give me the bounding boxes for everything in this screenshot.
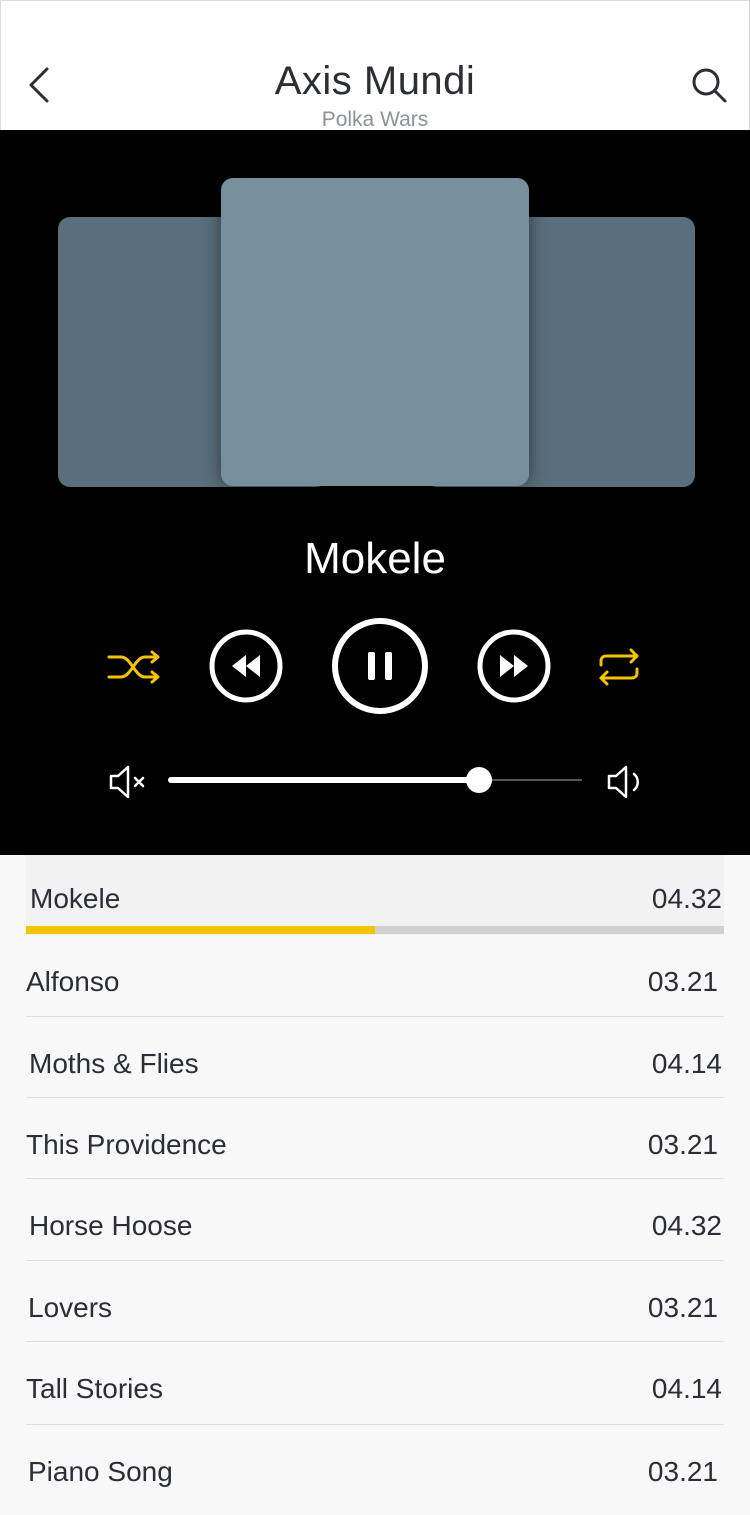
track-row[interactable]: Tall Stories 04.14 (26, 1342, 724, 1425)
track-duration: 04.14 (651, 1373, 722, 1404)
track-title: Piano Song (28, 1456, 173, 1487)
track-title: Horse Hoose (29, 1210, 193, 1241)
shuffle-icon (107, 650, 160, 684)
repeat-icon (599, 648, 639, 686)
track-row[interactable]: This Providence 03.21 (26, 1098, 724, 1179)
album-title: Axis Mundi (274, 59, 476, 103)
artist-name: Polka Wars (321, 108, 429, 131)
track-title: Alfonso (26, 966, 120, 997)
track-progress-fill (26, 926, 375, 934)
volume-slider-fill (168, 777, 479, 783)
fast-forward-button[interactable] (476, 628, 552, 704)
track-row[interactable]: Piano Song 03.21 (26, 1425, 724, 1515)
mute-button[interactable] (106, 762, 150, 802)
now-playing-title: Mokele (304, 534, 446, 583)
track-duration: 04.32 (651, 883, 722, 914)
volume-icon (607, 765, 639, 799)
track-row[interactable]: Alfonso 03.21 (26, 935, 724, 1017)
repeat-button[interactable] (594, 645, 644, 689)
search-button[interactable] (687, 63, 731, 107)
track-row[interactable]: Moths & Flies 04.14 (26, 1017, 724, 1098)
shuffle-button[interactable] (106, 645, 164, 689)
track-duration: 03.21 (647, 1129, 718, 1160)
track-list: Mokele 04.32 Alfonso 03.21 Moths & Flies… (0, 855, 750, 1515)
track-title: Mokele (30, 883, 121, 914)
rewind-icon (209, 629, 283, 703)
track-row[interactable]: Horse Hoose 04.32 (26, 1179, 724, 1261)
track-row-current[interactable]: Mokele 04.32 (26, 855, 724, 935)
track-progress-bar[interactable] (26, 926, 724, 934)
pause-button[interactable] (331, 617, 429, 715)
track-duration: 03.21 (647, 1292, 718, 1323)
volume-button[interactable] (604, 762, 648, 802)
volume-slider[interactable] (168, 767, 582, 793)
track-title: Moths & Flies (29, 1048, 199, 1079)
mute-icon (109, 765, 145, 799)
track-duration: 03.21 (647, 1456, 718, 1487)
track-duration: 03.21 (647, 966, 718, 997)
album-art-current[interactable] (221, 178, 529, 486)
pause-icon (332, 618, 428, 714)
track-title: Tall Stories (26, 1373, 163, 1404)
track-duration: 04.14 (651, 1048, 722, 1079)
player-panel: Mokele (0, 130, 750, 855)
volume-slider-thumb[interactable] (465, 767, 492, 793)
search-icon (692, 68, 727, 103)
track-duration: 04.32 (651, 1210, 722, 1241)
rewind-button[interactable] (208, 628, 284, 704)
track-title: This Providence (26, 1129, 227, 1160)
track-row[interactable]: Lovers 03.21 (26, 1261, 724, 1342)
fast-forward-icon (477, 629, 551, 703)
track-title: Lovers (28, 1292, 113, 1323)
